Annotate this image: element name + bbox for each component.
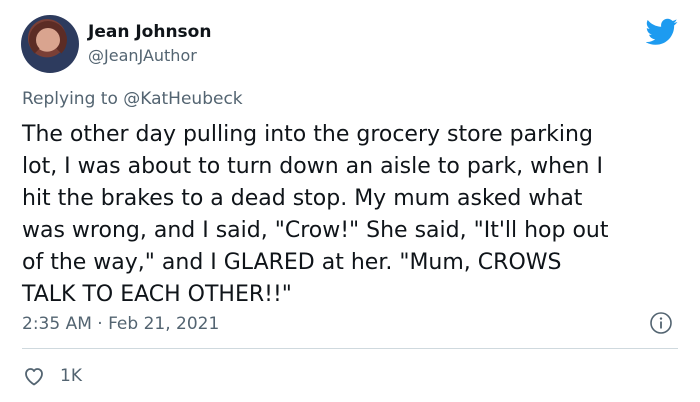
divider xyxy=(22,348,678,349)
replying-to-label: Replying to xyxy=(22,89,124,109)
tweet-text-line: of the way," and I GLARED at her. "Mum, … xyxy=(22,250,562,275)
info-icon[interactable] xyxy=(649,311,673,335)
author-display-name[interactable]: Jean Johnson xyxy=(88,21,211,43)
tweet-text-line: lot, I was about to turn down an aisle t… xyxy=(22,154,603,179)
tweet-timestamp[interactable]: 2:35 AM · Feb 21, 2021 xyxy=(22,313,219,335)
avatar-hair xyxy=(29,21,67,59)
like-count[interactable]: 1K xyxy=(60,365,82,387)
tweet-text: The other day pulling into the grocery s… xyxy=(22,119,682,311)
heart-icon[interactable] xyxy=(22,364,46,388)
author-handle[interactable]: @JeanJAuthor xyxy=(88,45,197,67)
twitter-bird-icon[interactable] xyxy=(646,18,678,46)
tweet-text-line: was wrong, and I said, "Crow!" She said,… xyxy=(22,218,609,243)
reply-mention-link[interactable]: @KatHeubeck xyxy=(123,89,242,109)
tweet-text-line: hit the brakes to a dead stop. My mum as… xyxy=(22,186,583,211)
tweet-text-line: The other day pulling into the grocery s… xyxy=(22,122,593,147)
avatar[interactable] xyxy=(21,15,79,73)
tweet-text-line: TALK TO EACH OTHER!!" xyxy=(22,282,292,307)
replying-to: Replying to @KatHeubeck xyxy=(22,87,243,111)
